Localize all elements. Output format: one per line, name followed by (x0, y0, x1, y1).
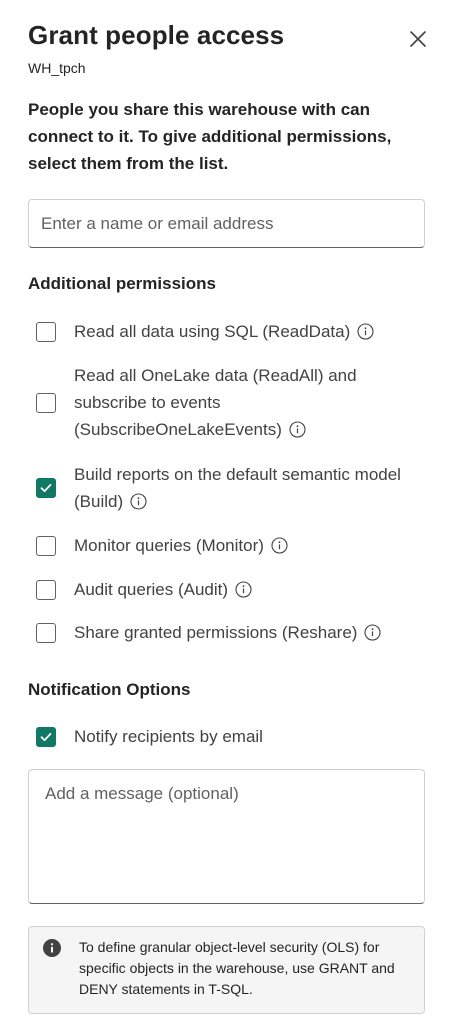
permission-readdata-checkbox[interactable] (36, 321, 56, 342)
info-icon[interactable] (271, 537, 288, 554)
checkmark-icon (40, 483, 52, 493)
info-filled-icon (43, 939, 61, 957)
permission-reshare: Share granted permissions (Reshare) (36, 619, 434, 646)
info-icon[interactable] (289, 421, 306, 438)
message-textarea[interactable] (28, 769, 425, 904)
permission-readdata: Read all data using SQL (ReadData) (36, 318, 404, 345)
permission-reshare-checkbox[interactable] (36, 622, 56, 643)
ols-info-banner: To define granular object-level security… (28, 926, 425, 1014)
permission-audit-checkbox[interactable] (36, 579, 56, 600)
permission-monitor-label: Monitor queries (Monitor) (74, 536, 264, 555)
permission-build: Build reports on the default semantic mo… (36, 461, 404, 515)
permission-monitor-checkbox[interactable] (36, 535, 56, 556)
info-icon[interactable] (364, 624, 381, 641)
info-icon[interactable] (357, 323, 374, 340)
dialog-title: Grant people access (28, 20, 285, 50)
dialog-subtitle: WH_tpch (28, 60, 86, 76)
notify-recipients-label: Notify recipients by email (74, 727, 263, 746)
grant-access-panel: Grant people access WH_tpch People you s… (0, 0, 459, 1023)
additional-permissions-heading: Additional permissions (28, 274, 216, 293)
info-icon[interactable] (130, 493, 147, 510)
permission-audit-label: Audit queries (Audit) (74, 580, 229, 599)
permission-readall-label: Read all OneLake data (ReadAll) and subs… (74, 366, 357, 439)
permission-build-checkbox[interactable] (36, 478, 56, 498)
permission-readall: Read all OneLake data (ReadAll) and subs… (36, 362, 404, 443)
dialog-description: People you share this warehouse with can… (28, 100, 392, 173)
dismiss-icon[interactable] (405, 26, 431, 52)
permission-readall-checkbox[interactable] (36, 392, 56, 413)
permission-build-label: Build reports on the default semantic mo… (74, 465, 401, 511)
people-search-input[interactable] (28, 199, 425, 248)
ols-info-text: To define granular object-level security… (79, 939, 395, 997)
info-icon[interactable] (235, 581, 252, 598)
checkmark-icon (40, 732, 52, 741)
notification-options-heading: Notification Options (28, 680, 191, 699)
notify-recipients-checkbox[interactable] (36, 726, 56, 747)
permission-monitor: Monitor queries (Monitor) (36, 532, 404, 559)
permission-audit: Audit queries (Audit) (36, 576, 404, 603)
permission-reshare-label: Share granted permissions (Reshare) (74, 623, 358, 642)
notify-recipients: Notify recipients by email (36, 723, 404, 750)
permission-readdata-label: Read all data using SQL (ReadData) (74, 322, 351, 341)
